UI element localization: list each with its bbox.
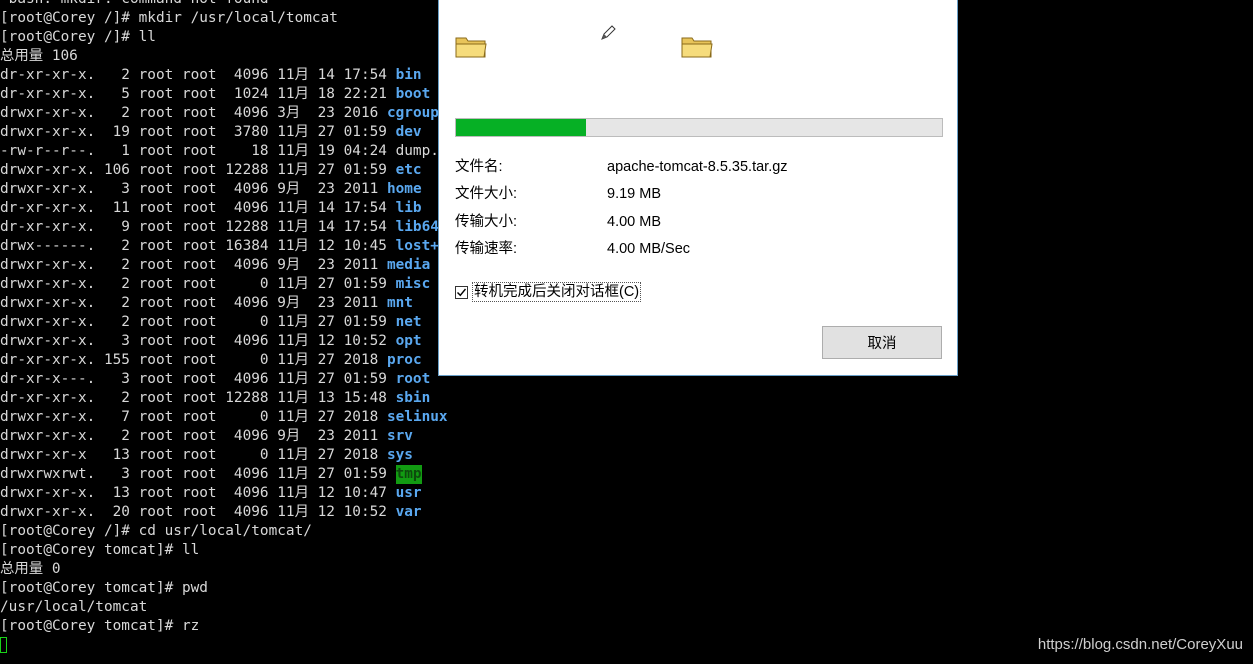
terminal-line: drwxr-xr-x. 7 root root 0 11月 27 2018 se… (0, 408, 1253, 427)
terminal-text: 总用量 0 (0, 561, 61, 577)
directory-name: boot (395, 86, 431, 102)
terminal-text: drwx------. 2 root root 16384 11月 12 10:… (0, 238, 396, 254)
watermark-text: https://blog.csdn.net/CoreyXuu (1037, 636, 1243, 653)
terminal-line: [root@Corey /]# cd usr/local/tomcat/ (0, 522, 1253, 541)
terminal-text: dr-xr-xr-x. 11 root root 4096 11月 14 17:… (0, 200, 396, 216)
terminal-line: drwxr-xr-x. 20 root root 4096 11月 12 10:… (0, 503, 1253, 522)
terminal-text: drwxr-xr-x 13 root root 0 11月 27 2018 (0, 447, 387, 463)
terminal-text: drwxr-xr-x. 2 root root 4096 3月 23 2016 (0, 105, 387, 121)
terminal-text: [root@Corey /]# ll (0, 29, 156, 45)
terminal-line: [root@Corey tomcat]# rz (0, 617, 1253, 636)
filename-value: apache-tomcat-8.5.35.tar.gz (607, 159, 788, 175)
file-transfer-dialog: 文件名: apache-tomcat-8.5.35.tar.gz 文件大小: 9… (438, 0, 958, 376)
terminal-text: -bash: mkdir: command not found (0, 0, 269, 9)
terminal-text: [root@Corey tomcat]# pwd (0, 580, 208, 596)
transferred-value: 4.00 MB (607, 214, 661, 230)
directory-name: srv (386, 428, 413, 444)
source-folder-icon (455, 37, 487, 58)
terminal-text: drwxr-xr-x. 2 root root 4096 9月 23 2011 (0, 257, 387, 273)
terminal-text: dr-xr-xr-x. 2 root root 4096 11月 14 17:5… (0, 67, 396, 83)
directory-name: root (395, 371, 431, 387)
terminal-text: drwxr-xr-x. 2 root root 0 11月 27 01:59 (0, 314, 396, 330)
terminal-text: drwxr-xr-x. 2 root root 4096 9月 23 2011 (0, 428, 387, 444)
filename-label: 文件名: (455, 159, 503, 175)
directory-name: selinux (386, 409, 448, 425)
terminal-text: [root@Corey /]# mkdir /usr/local/tomcat (0, 10, 338, 26)
directory-name: dev (395, 124, 422, 140)
auto-close-checkbox[interactable]: 转机完成后关闭对话框(C) (455, 282, 642, 302)
checkmark-icon (457, 288, 467, 296)
directory-name: usr (395, 485, 422, 501)
terminal-text: 总用量 106 (0, 48, 78, 64)
terminal-text: drwxr-xr-x. 3 root root 4096 11月 12 10:5… (0, 333, 396, 349)
terminal-line: dr-xr-xr-x. 2 root root 12288 11月 13 15:… (0, 389, 1253, 408)
pen-icon (601, 25, 616, 40)
terminal-line: drwxrwxrwt. 3 root root 4096 11月 27 01:5… (0, 465, 1253, 484)
terminal-text: drwxr-xr-x. 2 root root 4096 9月 23 2011 (0, 295, 387, 311)
terminal-text: drwxrwxrwt. 3 root root 4096 11月 27 01:5… (0, 466, 396, 482)
terminal-text: [root@Corey tomcat]# rz (0, 618, 200, 634)
terminal-line: drwxr-xr-x. 13 root root 4096 11月 12 10:… (0, 484, 1253, 503)
terminal-text: drwxr-xr-x. 2 root root 0 11月 27 01:59 (0, 276, 396, 292)
terminal-text: drwxr-xr-x. 20 root root 4096 11月 12 10:… (0, 504, 396, 520)
directory-name: mnt (386, 295, 413, 311)
directory-name: cgroup (386, 105, 439, 121)
directory-name: bin (395, 67, 422, 83)
terminal-text: dr-xr-xr-x. 5 root root 1024 11月 18 22:2… (0, 86, 396, 102)
terminal-text: drwxr-xr-x. 13 root root 4096 11月 12 10:… (0, 485, 396, 501)
directory-name: media (386, 257, 431, 273)
file-size-value: 9.19 MB (607, 186, 661, 202)
terminal-text: dr-xr-xr-x. 2 root root 12288 11月 13 15:… (0, 390, 396, 406)
directory-name: home (386, 181, 422, 197)
terminal-line: [root@Corey tomcat]# pwd (0, 579, 1253, 598)
terminal-text: drwxr-xr-x. 19 root root 3780 11月 27 01:… (0, 124, 396, 140)
terminal-line: 总用量 0 (0, 560, 1253, 579)
directory-name: opt (395, 333, 422, 349)
directory-name: var (395, 504, 422, 520)
terminal-text: [root@Corey /]# cd usr/local/tomcat/ (0, 523, 312, 539)
terminal-text: [root@Corey tomcat]# ll (0, 542, 200, 558)
destination-folder-icon (681, 37, 713, 58)
transferred-label: 传输大小: (455, 214, 518, 230)
directory-name: proc (386, 352, 422, 368)
rate-label: 传输速率: (455, 241, 518, 257)
terminal-line: drwxr-xr-x. 2 root root 4096 9月 23 2011 … (0, 427, 1253, 446)
transfer-progress-fill (456, 119, 586, 136)
terminal-text: dr-xr-xr-x. 9 root root 12288 11月 14 17:… (0, 219, 396, 235)
terminal-text: dr-xr-xr-x. 155 root root 0 11月 27 2018 (0, 352, 387, 368)
directory-name: misc (395, 276, 431, 292)
directory-name: sbin (395, 390, 431, 406)
terminal-line: [root@Corey tomcat]# ll (0, 541, 1253, 560)
terminal-text: drwxr-xr-x. 7 root root 0 11月 27 2018 (0, 409, 387, 425)
checkbox-box[interactable] (455, 285, 468, 299)
terminal-text: dr-xr-x---. 3 root root 4096 11月 27 01:5… (0, 371, 396, 387)
terminal-text: drwxr-xr-x. 3 root root 4096 9月 23 2011 (0, 181, 387, 197)
terminal-cursor (0, 637, 7, 653)
cancel-button[interactable]: 取消 (822, 326, 942, 359)
transfer-progress-bar (455, 118, 943, 137)
terminal-text: drwxr-xr-x. 106 root root 12288 11月 27 0… (0, 162, 396, 178)
auto-close-label[interactable]: 转机完成后关闭对话框(C) (472, 282, 642, 302)
directory-name: sys (386, 447, 413, 463)
file-size-label: 文件大小: (455, 186, 518, 202)
rate-value: 4.00 MB/Sec (607, 241, 691, 257)
directory-name: lib (395, 200, 422, 216)
directory-name: net (395, 314, 422, 330)
directory-name-tmp: tmp (395, 465, 422, 484)
terminal-line: /usr/local/tomcat (0, 598, 1253, 617)
directory-name: etc (395, 162, 422, 178)
directory-name: lib64 (395, 219, 439, 235)
terminal-text: -rw-r--r--. 1 root root 18 11月 19 04:24 … (0, 143, 465, 159)
terminal-line: drwxr-xr-x 13 root root 0 11月 27 2018 sy… (0, 446, 1253, 465)
terminal-text: /usr/local/tomcat (0, 599, 148, 615)
